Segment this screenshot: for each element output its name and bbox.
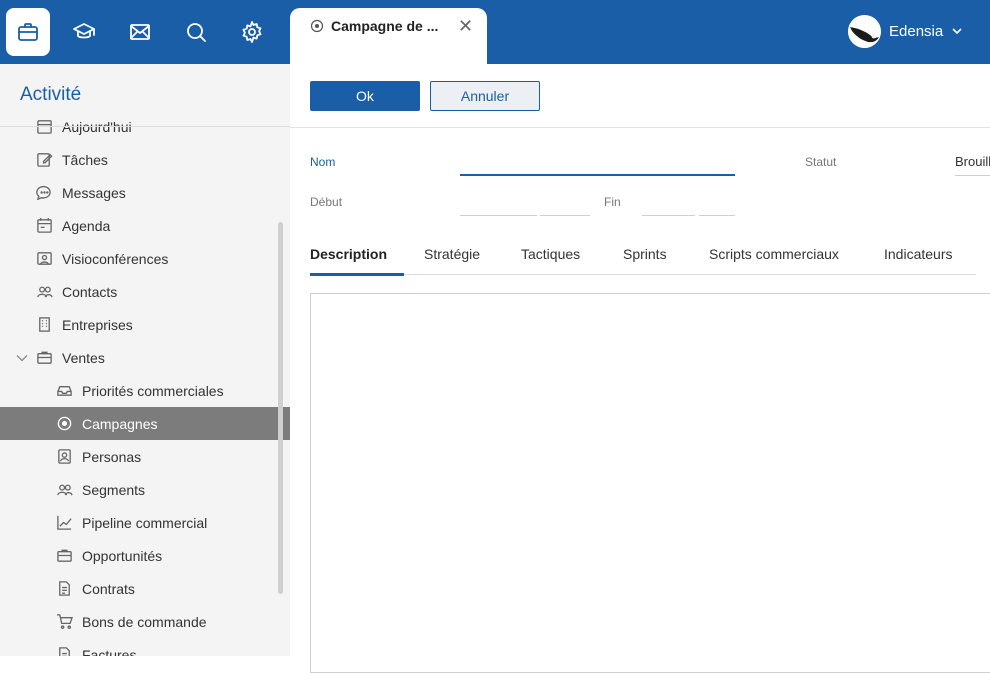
avatar xyxy=(848,14,881,48)
form-tabs: Description Stratégie Tactiques Sprints … xyxy=(310,244,976,276)
target-icon xyxy=(310,19,324,33)
sidebar-item-label: Contrats xyxy=(82,580,135,597)
briefcase-icon[interactable] xyxy=(6,8,50,56)
divider xyxy=(310,274,976,275)
tab-indicateurs[interactable]: Indicateurs xyxy=(884,246,952,262)
inbox-icon xyxy=(55,382,73,400)
start-label: Début xyxy=(310,195,343,209)
sidebar: Activité Aujourd'hui Tâches Messages Age… xyxy=(0,64,290,656)
sidebar-item-label: Segments xyxy=(82,481,146,498)
tab-description[interactable]: Description xyxy=(310,246,387,262)
sidebar-item-agenda[interactable]: Agenda xyxy=(0,209,290,242)
sidebar-item-label: Priorités commerciales xyxy=(82,382,224,399)
gear-icon[interactable] xyxy=(230,8,274,56)
tab-tactiques[interactable]: Tactiques xyxy=(521,246,580,262)
cancel-button[interactable]: Annuler xyxy=(430,81,540,111)
cart-icon xyxy=(55,613,73,631)
invoice-icon xyxy=(55,646,73,656)
tab-strategie[interactable]: Stratégie xyxy=(424,246,480,262)
top-bar: Campagne de ... ✕ Edensia xyxy=(0,0,990,64)
contacts-icon xyxy=(35,283,53,301)
edit-icon xyxy=(35,151,53,169)
target-icon xyxy=(55,415,73,433)
chevron-down-icon[interactable] xyxy=(16,352,28,364)
building-icon xyxy=(35,316,53,334)
graduation-cap-icon[interactable] xyxy=(62,8,106,56)
description-editor[interactable] xyxy=(310,293,990,673)
document-icon xyxy=(55,580,73,598)
sidebar-item-tasks[interactable]: Tâches xyxy=(0,143,290,176)
sidebar-item-label: Ventes xyxy=(62,349,105,366)
sidebar-item-visio[interactable]: Visioconférences xyxy=(0,242,290,275)
status-label: Statut xyxy=(805,155,837,169)
tab-scripts[interactable]: Scripts commerciaux xyxy=(709,246,839,262)
sidebar-item-label: Campagnes xyxy=(82,415,158,432)
sidebar-item-priorities[interactable]: Priorités commerciales xyxy=(0,374,290,407)
start-date-field[interactable] xyxy=(460,215,537,216)
user-name: Edensia xyxy=(889,22,944,40)
chevron-down-icon xyxy=(952,28,962,35)
sidebar-scrollbar[interactable] xyxy=(278,222,283,594)
user-menu[interactable]: Edensia xyxy=(848,14,963,48)
tab-title: Campagne de ... xyxy=(331,18,439,34)
active-tab-indicator xyxy=(310,273,404,276)
video-contact-icon xyxy=(35,250,53,268)
ok-button[interactable]: Ok xyxy=(310,81,420,111)
tab-campaign[interactable]: Campagne de ... ✕ xyxy=(290,8,487,64)
close-icon[interactable]: ✕ xyxy=(458,17,473,35)
sidebar-item-pipeline[interactable]: Pipeline commercial xyxy=(0,506,290,539)
segments-icon xyxy=(55,481,73,499)
sidebar-item-orders[interactable]: Bons de commande xyxy=(0,605,290,638)
sidebar-title: Activité xyxy=(20,84,82,105)
chart-line-icon xyxy=(55,514,73,532)
search-icon[interactable] xyxy=(174,8,218,56)
sidebar-item-label: Contacts xyxy=(62,283,118,300)
divider xyxy=(0,126,290,127)
sidebar-item-label: Opportunités xyxy=(82,547,163,564)
mail-icon[interactable] xyxy=(118,8,162,56)
name-label: Nom xyxy=(310,155,336,169)
sidebar-item-campaigns[interactable]: Campagnes xyxy=(0,407,290,440)
sidebar-item-label: Entreprises xyxy=(62,316,133,333)
name-field[interactable] xyxy=(460,174,735,176)
end-date-field[interactable] xyxy=(642,215,695,216)
sidebar-item-segments[interactable]: Segments xyxy=(0,473,290,506)
sidebar-item-contacts[interactable]: Contacts xyxy=(0,275,290,308)
persona-icon xyxy=(55,448,73,466)
briefcase-icon xyxy=(35,349,53,367)
sidebar-item-label: Bons de commande xyxy=(82,613,207,630)
sidebar-item-messages[interactable]: Messages xyxy=(0,176,290,209)
sidebar-item-label: Visioconférences xyxy=(62,250,169,267)
end-time-field[interactable] xyxy=(699,215,735,216)
sidebar-item-label: Pipeline commercial xyxy=(82,514,208,531)
sidebar-item-opportunities[interactable]: Opportunités xyxy=(0,539,290,572)
divider xyxy=(290,127,990,128)
chat-icon xyxy=(35,184,53,202)
sidebar-item-contracts[interactable]: Contrats xyxy=(0,572,290,605)
sidebar-item-label: Messages xyxy=(62,184,126,201)
sidebar-item-invoices[interactable]: Factures xyxy=(0,638,290,656)
sidebar-item-companies[interactable]: Entreprises xyxy=(0,308,290,341)
status-select[interactable]: Brouillon xyxy=(955,154,990,169)
sidebar-item-label: Personas xyxy=(82,448,142,465)
sidebar-item-personas[interactable]: Personas xyxy=(0,440,290,473)
tab-sprints[interactable]: Sprints xyxy=(623,246,667,262)
briefcase-icon xyxy=(55,547,73,565)
status-field-line xyxy=(955,175,990,176)
sidebar-item-label: Agenda xyxy=(62,217,111,234)
sidebar-item-label: Tâches xyxy=(62,151,108,168)
start-time-field[interactable] xyxy=(540,215,590,216)
sidebar-item-label: Factures xyxy=(82,646,137,657)
end-label: Fin xyxy=(604,195,621,209)
calendar-icon xyxy=(35,217,53,235)
main-panel: Ok Annuler Nom Statut Brouillon Début Fi… xyxy=(290,64,990,673)
sidebar-item-sales[interactable]: Ventes xyxy=(0,341,290,374)
